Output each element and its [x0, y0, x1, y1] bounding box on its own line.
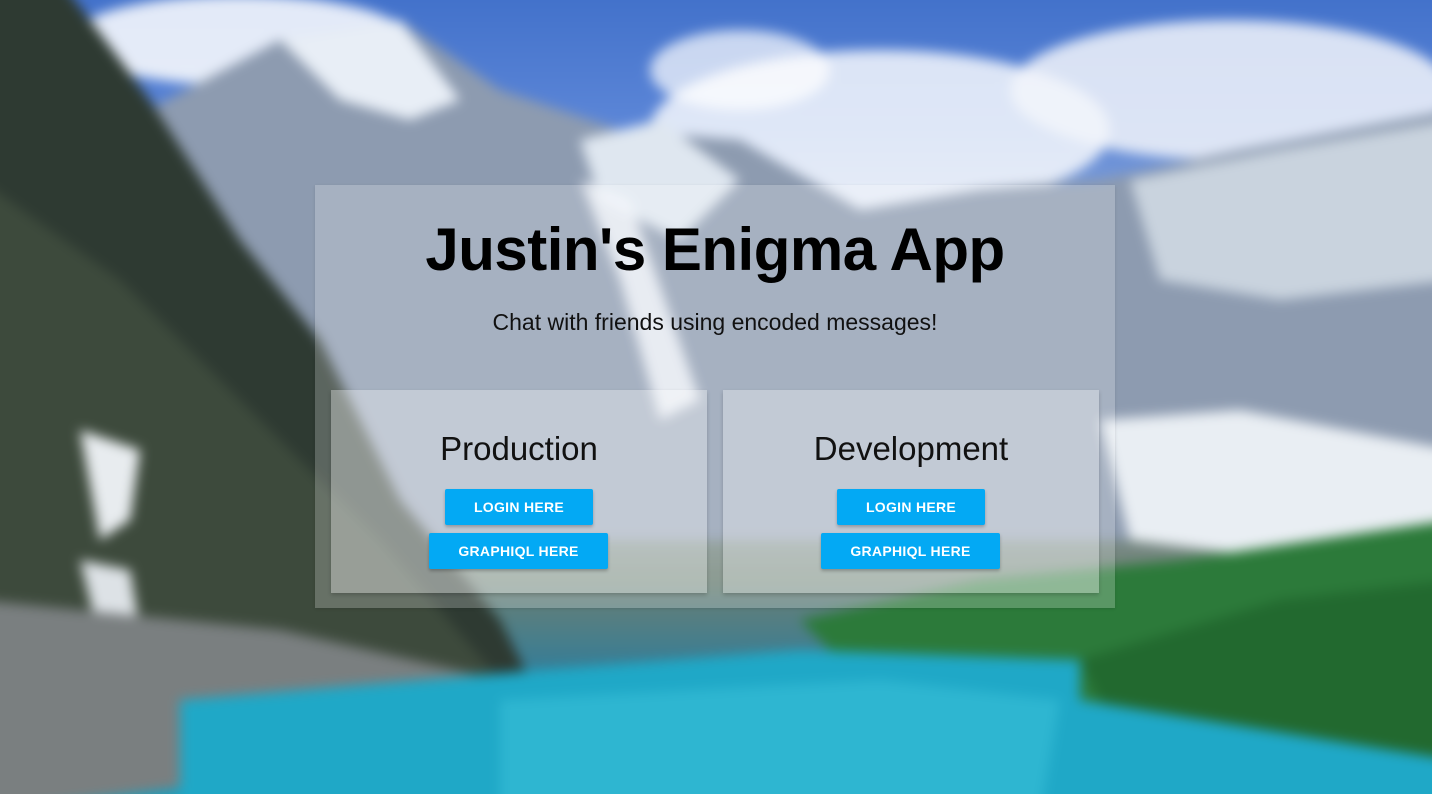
page-title: Justin's Enigma App	[425, 216, 1005, 283]
development-login-button[interactable]: LOGIN HERE	[837, 489, 985, 525]
development-graphiql-button[interactable]: GRAPHIQL HERE	[821, 533, 1000, 569]
production-graphiql-button[interactable]: GRAPHIQL HERE	[429, 533, 608, 569]
page-subtitle: Chat with friends using encoded messages…	[492, 309, 938, 335]
production-title: Production	[440, 430, 598, 467]
production-panel: Production LOGIN HERE GRAPHIQL HERE	[331, 390, 707, 593]
production-login-button[interactable]: LOGIN HERE	[445, 489, 593, 525]
development-panel: Development LOGIN HERE GRAPHIQL HERE	[723, 390, 1099, 593]
development-title: Development	[813, 430, 1009, 467]
welcome-card: Justin's Enigma App Chat with friends us…	[315, 185, 1115, 608]
page: Justin's Enigma App Chat with friends us…	[0, 0, 1432, 794]
